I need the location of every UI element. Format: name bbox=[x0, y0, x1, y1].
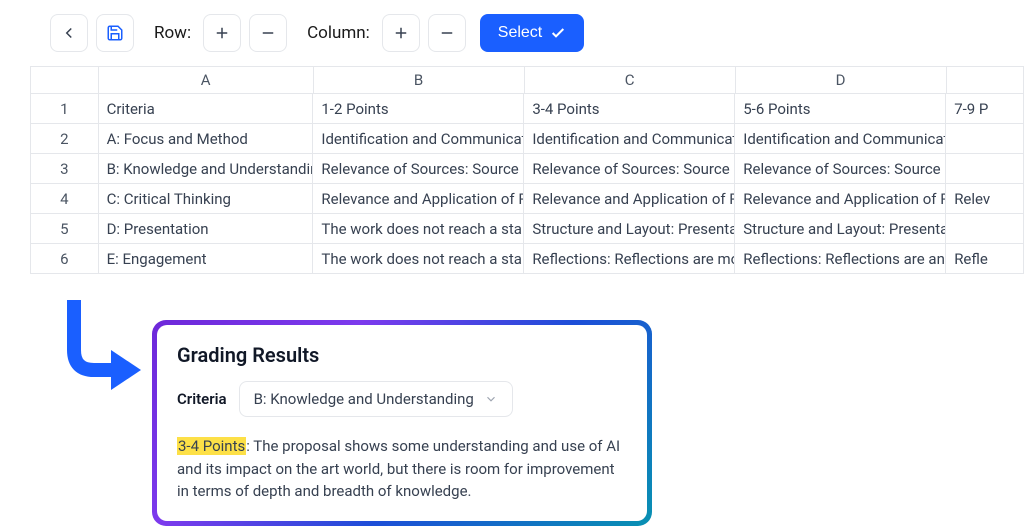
spreadsheet[interactable]: A B C D 1 Criteria 1-2 Points 3-4 Points… bbox=[30, 66, 1024, 274]
grading-results-card: Grading Results Criteria B: Knowledge an… bbox=[152, 320, 652, 526]
toolbar: Row: Column: Select bbox=[0, 0, 1024, 66]
row-number[interactable]: 5 bbox=[31, 214, 99, 243]
cell[interactable]: Structure and Layout: Presentation bbox=[524, 214, 735, 243]
row-label: Row: bbox=[154, 23, 191, 43]
cell[interactable]: Relevance and Application of Rese bbox=[524, 184, 735, 213]
corner-cell bbox=[31, 67, 99, 93]
table-row: 3 B: Knowledge and Understanding Relevan… bbox=[31, 154, 1024, 184]
row-number[interactable]: 3 bbox=[31, 154, 99, 183]
minus-icon bbox=[438, 24, 456, 42]
row-add-button[interactable] bbox=[203, 14, 241, 52]
cell[interactable]: E: Engagement bbox=[99, 244, 314, 273]
cell[interactable]: Reflections: Reflections are mostly bbox=[524, 244, 735, 273]
row-number[interactable]: 2 bbox=[31, 124, 99, 153]
row-number[interactable]: 1 bbox=[31, 94, 99, 123]
table-row: 4 C: Critical Thinking Relevance and App… bbox=[31, 184, 1024, 214]
cell[interactable]: Relevance and Application of Rese bbox=[735, 184, 946, 213]
cell[interactable]: A: Focus and Method bbox=[99, 124, 314, 153]
cell[interactable]: 5-6 Points bbox=[735, 94, 946, 123]
cell[interactable]: Criteria bbox=[99, 94, 314, 123]
column-label: Column: bbox=[307, 23, 370, 43]
curved-arrow-icon bbox=[56, 300, 141, 420]
grading-results-inner: Grading Results Criteria B: Knowledge an… bbox=[157, 325, 647, 521]
cell[interactable]: D: Presentation bbox=[99, 214, 314, 243]
col-header[interactable]: D bbox=[736, 67, 947, 93]
save-button[interactable] bbox=[96, 14, 134, 52]
cell[interactable]: Identification and Communication: bbox=[313, 124, 524, 153]
cell[interactable] bbox=[946, 124, 1024, 153]
criteria-row: Criteria B: Knowledge and Understanding bbox=[177, 381, 627, 417]
table-row: 6 E: Engagement The work does not reach … bbox=[31, 244, 1024, 274]
cell[interactable]: Relev bbox=[946, 184, 1024, 213]
table-row: 2 A: Focus and Method Identification and… bbox=[31, 124, 1024, 154]
cell[interactable]: Refle bbox=[946, 244, 1024, 273]
cell[interactable]: Relevance of Sources: Source mat bbox=[313, 154, 524, 183]
row-remove-button[interactable] bbox=[249, 14, 287, 52]
table-row: 5 D: Presentation The work does not reac… bbox=[31, 214, 1024, 244]
cell[interactable]: Structure and Layout: Presentation bbox=[735, 214, 946, 243]
check-icon bbox=[550, 25, 566, 41]
cell[interactable]: Relevance of Sources: Source mat bbox=[735, 154, 946, 183]
cell[interactable]: B: Knowledge and Understanding bbox=[99, 154, 314, 183]
col-header[interactable]: B bbox=[314, 67, 525, 93]
cell[interactable] bbox=[946, 214, 1024, 243]
arrow-left-icon bbox=[60, 24, 78, 42]
cell[interactable]: Reflections: Reflections are analyti bbox=[735, 244, 946, 273]
minus-icon bbox=[259, 24, 277, 42]
col-header[interactable] bbox=[947, 67, 1024, 93]
criteria-selected: B: Knowledge and Understanding bbox=[254, 390, 474, 408]
callout-arrow bbox=[56, 300, 141, 424]
results-title: Grading Results bbox=[177, 343, 627, 367]
cell[interactable] bbox=[946, 154, 1024, 183]
cell[interactable]: Identification and Communication: bbox=[524, 124, 735, 153]
cell[interactable]: Relevance of Sources: Source mat bbox=[524, 154, 735, 183]
col-add-button[interactable] bbox=[382, 14, 420, 52]
criteria-label: Criteria bbox=[177, 390, 227, 408]
points-highlight: 3-4 Points bbox=[177, 437, 246, 455]
cell[interactable]: 1-2 Points bbox=[313, 94, 524, 123]
cell[interactable]: 3-4 Points bbox=[524, 94, 735, 123]
row-number[interactable]: 6 bbox=[31, 244, 99, 273]
row-number[interactable]: 4 bbox=[31, 184, 99, 213]
col-header[interactable]: A bbox=[99, 67, 314, 93]
col-header[interactable]: C bbox=[525, 67, 736, 93]
result-text: 3-4 Points: The proposal shows some unde… bbox=[177, 435, 627, 503]
back-button[interactable] bbox=[50, 14, 88, 52]
cell[interactable]: Identification and Communication: bbox=[735, 124, 946, 153]
save-icon bbox=[106, 24, 124, 42]
criteria-dropdown[interactable]: B: Knowledge and Understanding bbox=[239, 381, 513, 417]
cell[interactable]: The work does not reach a standa bbox=[313, 244, 524, 273]
cell[interactable]: The work does not reach a standa bbox=[313, 214, 524, 243]
column-header-row: A B C D bbox=[31, 67, 1024, 94]
table-row: 1 Criteria 1-2 Points 3-4 Points 5-6 Poi… bbox=[31, 94, 1024, 124]
cell[interactable]: 7-9 P bbox=[946, 94, 1024, 123]
chevron-down-icon bbox=[484, 392, 498, 406]
select-button[interactable]: Select bbox=[480, 14, 584, 52]
cell[interactable]: C: Critical Thinking bbox=[99, 184, 314, 213]
cell[interactable]: Relevance and Application of Rese bbox=[313, 184, 524, 213]
col-remove-button[interactable] bbox=[428, 14, 466, 52]
select-button-label: Select bbox=[498, 24, 542, 42]
plus-icon bbox=[213, 24, 231, 42]
plus-icon bbox=[392, 24, 410, 42]
